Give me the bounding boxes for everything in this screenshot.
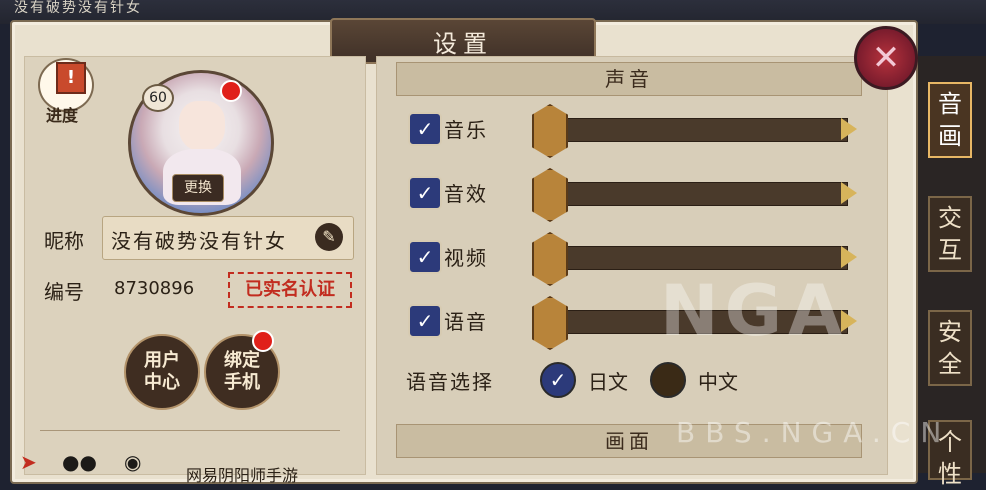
watermark-url: BBS.NGA.CN [676, 416, 952, 449]
slider-end-icon [841, 182, 857, 204]
slider-end-icon [841, 118, 857, 140]
voice-checkbox[interactable]: ✓ [408, 304, 442, 338]
verified-badge: 已实名认证 [228, 272, 352, 308]
music-slider-handle[interactable] [532, 104, 568, 158]
video-checkbox[interactable]: ✓ [408, 240, 442, 274]
user-center-label: 用户中心 [144, 350, 180, 393]
nickname-value: 没有破势没有针女 [111, 229, 287, 253]
divider [40, 430, 340, 431]
top-nickname: 没有破势没有针女 [14, 0, 142, 16]
effects-label: 音效 [444, 182, 488, 206]
user-center-button[interactable]: 用户中心 [124, 334, 200, 410]
watermark-logo: NGA [660, 270, 849, 352]
nickname-label: 昵称 [44, 229, 84, 253]
japanese-label: 日文 [588, 370, 628, 394]
alert-icon: ! [56, 62, 86, 94]
progress-label: 进度 [46, 106, 79, 125]
video-label: 视频 [444, 246, 488, 270]
weibo-icon[interactable]: ◉ [124, 450, 141, 474]
japanese-radio[interactable]: ✓ [540, 362, 576, 398]
sound-row-effects: ✓ 音效 [408, 168, 868, 222]
notification-dot [220, 80, 242, 102]
effects-checkbox[interactable]: ✓ [408, 176, 442, 210]
progress-button[interactable]: ! 进度 [38, 58, 96, 125]
effects-slider-handle[interactable] [532, 168, 568, 222]
voice-label: 语音 [444, 310, 488, 334]
tab-security[interactable]: 安全 [928, 310, 972, 386]
voice-slider-handle[interactable] [532, 296, 568, 350]
change-avatar-button[interactable]: 更换 [172, 174, 224, 202]
effects-slider[interactable] [550, 182, 857, 206]
section-sound: 声音 [396, 62, 862, 96]
nickname-field[interactable]: 没有破势没有针女 ✎ [102, 216, 354, 260]
avatar-face [179, 101, 225, 151]
sound-row-music: ✓ 音乐 [408, 104, 868, 158]
voice-language-label: 语音选择 [406, 370, 494, 394]
side-tab-bar: 音画 交互 安全 个性 [918, 56, 986, 488]
footer-text: 网易阴阳师手游 [186, 466, 299, 485]
tab-interaction[interactable]: 交互 [928, 196, 972, 272]
music-slider[interactable] [550, 118, 857, 142]
edit-icon[interactable]: ✎ [315, 223, 343, 251]
bind-phone-label: 绑定手机 [224, 350, 260, 393]
id-label: 编号 [44, 280, 84, 304]
video-slider[interactable] [550, 246, 857, 270]
slider-end-icon [841, 246, 857, 268]
wechat-icon[interactable]: ●● [62, 450, 97, 474]
chinese-label: 中文 [698, 370, 738, 394]
chinese-radio[interactable] [650, 362, 686, 398]
id-value: 8730896 [114, 278, 195, 299]
music-label: 音乐 [444, 118, 488, 142]
notification-dot [252, 330, 274, 352]
close-icon[interactable]: ✕ [854, 26, 918, 90]
level-badge: 60 [142, 84, 174, 112]
share-icon[interactable]: ➤ [20, 450, 37, 474]
video-slider-handle[interactable] [532, 232, 568, 286]
music-checkbox[interactable]: ✓ [408, 112, 442, 146]
avatar[interactable]: 60 更换 [128, 66, 274, 216]
tab-audio-visual[interactable]: 音画 [928, 82, 972, 158]
